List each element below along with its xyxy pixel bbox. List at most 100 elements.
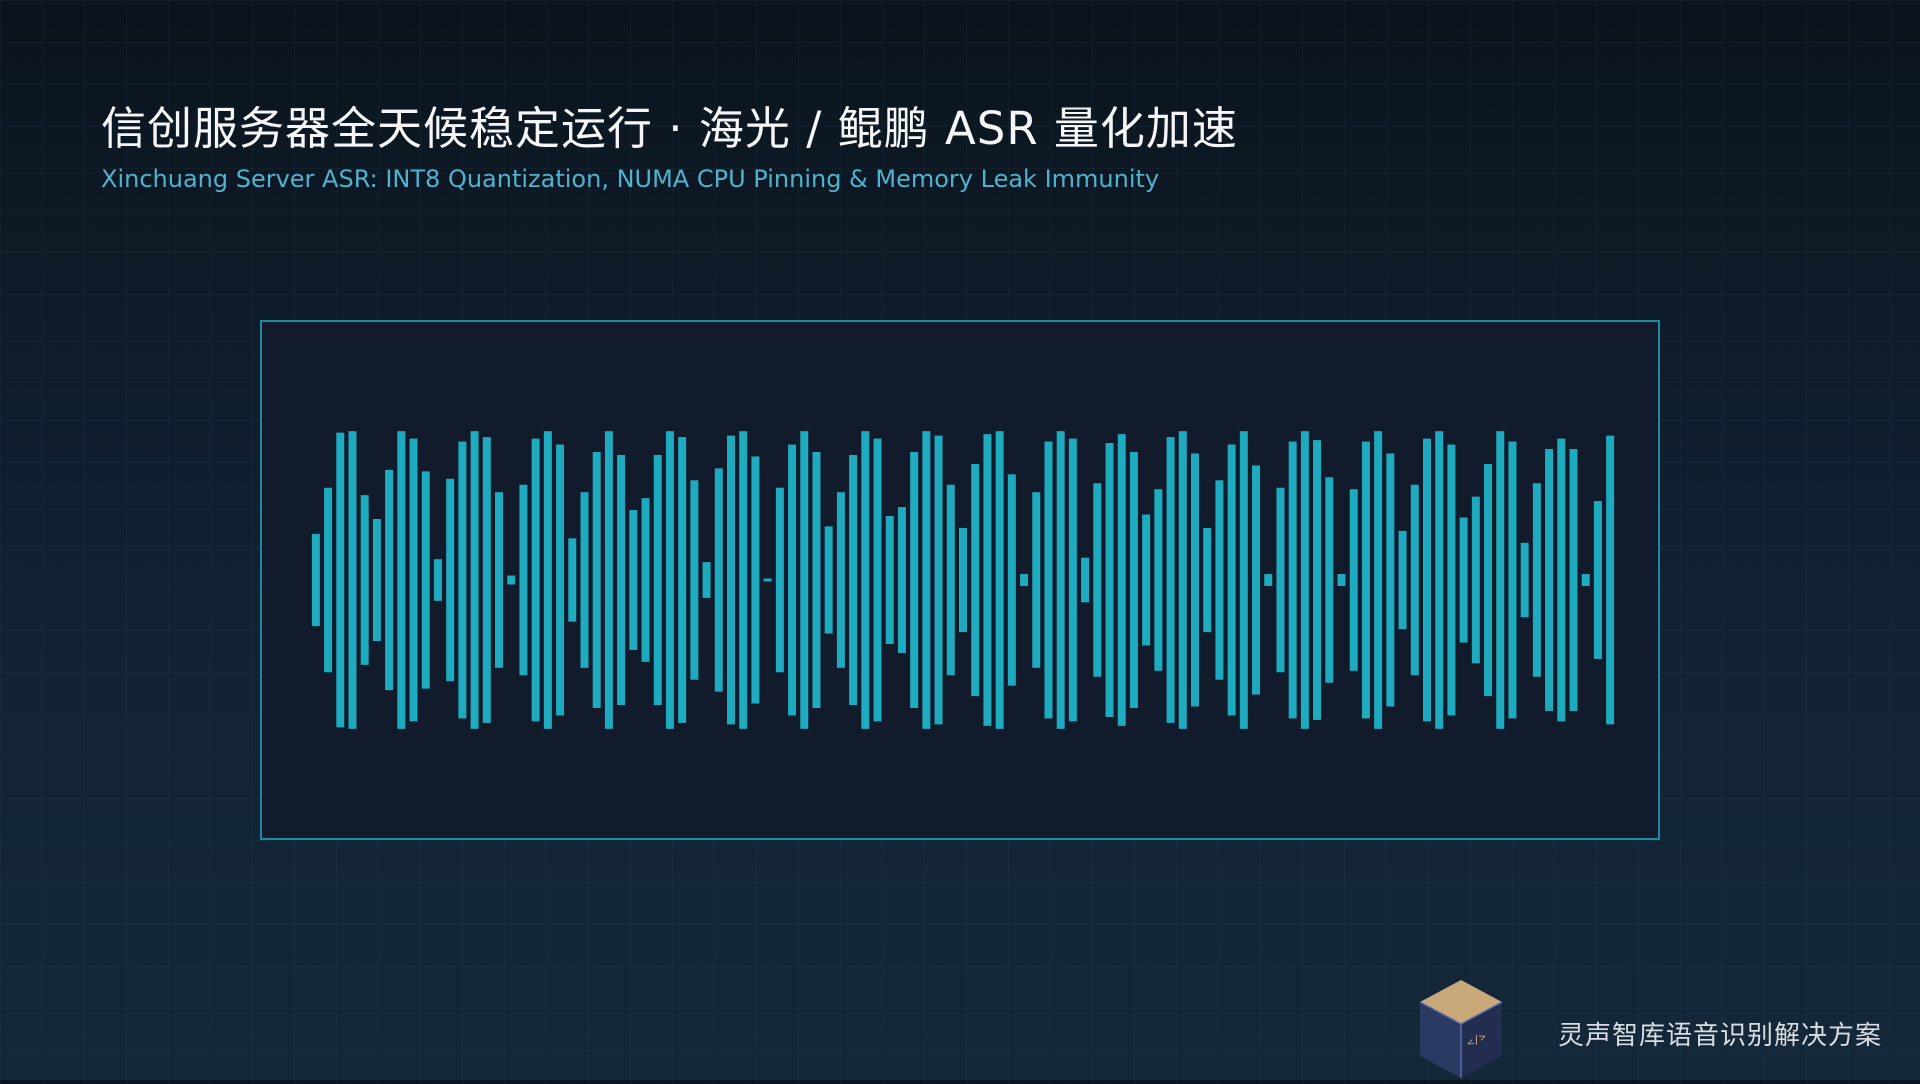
waveform-bar	[959, 527, 967, 633]
waveform-bar	[1313, 440, 1322, 720]
waveform-bar	[788, 444, 797, 716]
waveform-bar	[1276, 487, 1285, 673]
waveform-bar	[531, 438, 540, 722]
waveform-bar	[849, 454, 858, 706]
waveform-bar	[1471, 496, 1480, 664]
waveform-bar	[995, 431, 1004, 729]
waveform-bar	[1032, 492, 1041, 668]
waveform-bar	[1337, 574, 1346, 586]
waveform-bar	[910, 451, 919, 709]
waveform-bar	[1374, 431, 1383, 729]
waveform-bar	[763, 578, 772, 582]
waveform-bar	[1044, 441, 1053, 719]
waveform-bar	[519, 484, 528, 676]
waveform-bar	[385, 469, 394, 691]
waveform-bar	[1557, 438, 1566, 722]
waveform-bar	[690, 480, 699, 680]
waveform-bar	[360, 495, 369, 665]
waveform-bar	[1178, 431, 1187, 729]
waveform-bar	[971, 463, 980, 697]
waveform-bar	[1532, 483, 1541, 677]
waveform-bar	[1398, 530, 1407, 630]
waveform-bar	[604, 431, 613, 729]
waveform-bar	[446, 478, 455, 682]
waveform-bar	[1386, 453, 1395, 707]
slide-title: 信创服务器全天候稳定运行 · 海光 / 鲲鹏 ASR 量化加速	[101, 102, 1238, 155]
waveform-bar	[641, 498, 650, 662]
waveform-bar	[934, 435, 943, 725]
waveform-bar	[678, 437, 687, 723]
waveform-bar	[1422, 438, 1431, 722]
waveform-bar	[824, 526, 833, 634]
waveform-bar	[1129, 451, 1138, 709]
waveform-bar	[372, 518, 381, 642]
waveform-bar	[507, 575, 516, 585]
waveform-bar	[1435, 431, 1444, 729]
waveform-bar	[1020, 574, 1029, 586]
waveform-bar	[470, 431, 479, 729]
brand-name: 灵声智库语音识别解决方案	[1558, 1021, 1883, 1051]
waveform-bar	[568, 538, 577, 622]
waveform-bar	[1252, 465, 1261, 695]
waveform-bar	[1068, 438, 1077, 722]
waveform-bar	[885, 515, 894, 645]
waveform-bar	[983, 434, 992, 726]
waveform-bar	[1569, 449, 1578, 711]
waveform-bar	[1093, 483, 1102, 677]
waveform-bar	[653, 454, 662, 706]
waveform-bar	[580, 492, 589, 668]
waveform-bar	[1300, 431, 1309, 729]
waveform-bar	[1606, 435, 1615, 725]
waveform-bar	[1410, 484, 1419, 676]
waveform-bar	[665, 431, 674, 729]
waveform-bar	[800, 431, 809, 729]
waveform-bar	[775, 487, 784, 673]
waveform-bar	[897, 507, 906, 653]
waveform-bar	[1142, 514, 1151, 646]
waveform-bar	[1349, 489, 1358, 671]
waveform-bar	[629, 510, 638, 650]
waveform-graphic	[311, 431, 1615, 729]
waveform-bar	[482, 437, 491, 723]
waveform-bar	[1154, 489, 1163, 671]
waveform-bar	[1361, 441, 1370, 719]
waveform-bar	[1496, 431, 1505, 729]
waveform-bar	[812, 451, 821, 709]
waveform-bar	[617, 454, 626, 706]
waveform-bar	[1581, 574, 1590, 586]
waveform-bar	[836, 492, 845, 668]
waveform-bar	[1056, 431, 1065, 729]
waveform-bar	[336, 432, 345, 728]
waveform-bar	[458, 441, 467, 719]
waveform-bar	[1166, 437, 1175, 723]
waveform-bar	[1593, 501, 1602, 659]
waveform-bar	[1325, 477, 1334, 683]
waveform-bar	[946, 484, 955, 676]
waveform-bar	[592, 451, 601, 709]
waveform-bar	[702, 562, 711, 598]
waveform-bar	[324, 487, 333, 673]
waveform-bar	[1227, 444, 1236, 716]
waveform-bar	[1508, 441, 1517, 719]
waveform-bar	[1007, 474, 1016, 686]
waveform-bar	[922, 431, 931, 729]
waveform-bar	[397, 431, 406, 729]
waveform-bar	[1203, 527, 1212, 633]
waveform-bar	[409, 438, 418, 722]
waveform-bar	[1081, 557, 1090, 603]
waveform-bar	[543, 431, 552, 729]
waveform-bar	[861, 431, 870, 729]
waveform-bar	[1215, 480, 1224, 680]
waveform-panel	[260, 320, 1660, 840]
waveform-bar	[1545, 449, 1554, 711]
waveform-bar	[1105, 443, 1114, 717]
waveform-bar	[1239, 431, 1248, 729]
waveform-bar	[1264, 574, 1273, 586]
waveform-bar	[348, 431, 357, 729]
waveform-bar	[714, 468, 723, 692]
waveform-bar	[311, 533, 320, 627]
waveform-bar	[1190, 453, 1199, 707]
waveform-bar	[727, 435, 735, 725]
waveform-bar	[1288, 441, 1297, 719]
waveform-bar	[1117, 434, 1126, 726]
